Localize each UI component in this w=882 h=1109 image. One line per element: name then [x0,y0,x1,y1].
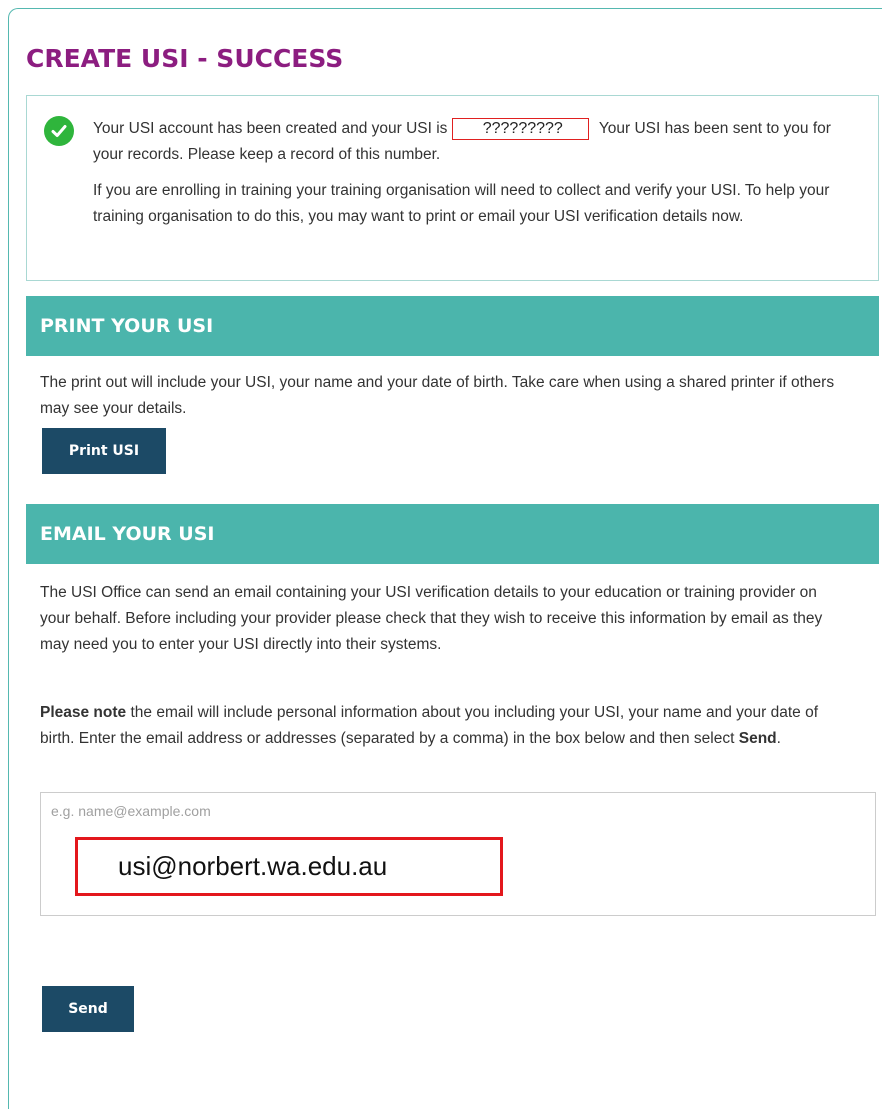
enrolling-paragraph: If you are enrolling in training your tr… [93,182,830,225]
print-usi-heading: PRINT YOUR USI [40,315,214,337]
success-paragraph: Your USI account has been created and yo… [93,116,863,168]
email-entered-value[interactable]: usi@norbert.wa.edu.au [75,837,503,896]
print-description: The print out will include your USI, you… [40,374,835,417]
email-note: Please note the email will include perso… [40,700,850,752]
note-text: the email will include personal informat… [40,704,819,747]
print-usi-button[interactable]: Print USI [42,428,166,474]
page-title: CREATE USI - SUCCESS [26,44,344,73]
email-field-placeholder: e.g. name@example.com [51,803,211,819]
note-send-bold: Send [738,730,777,747]
send-button[interactable]: Send [42,986,134,1032]
usi-number: ????????? [451,118,589,140]
print-usi-header: PRINT YOUR USI [26,296,879,356]
note-end: . [776,730,781,747]
email-addresses-field[interactable]: e.g. name@example.com usi@norbert.wa.edu… [40,792,876,916]
check-circle-icon [44,116,74,146]
email-description: The USI Office can send an email contain… [40,584,823,653]
note-bold-label: Please note [40,704,127,721]
email-usi-header: EMAIL YOUR USI [26,504,879,564]
success-text-before-usi: Your USI account has been created and yo… [93,120,448,137]
success-message-box: Your USI account has been created and yo… [26,95,879,281]
email-usi-heading: EMAIL YOUR USI [40,523,215,545]
success-text: Your USI account has been created and yo… [93,116,863,230]
